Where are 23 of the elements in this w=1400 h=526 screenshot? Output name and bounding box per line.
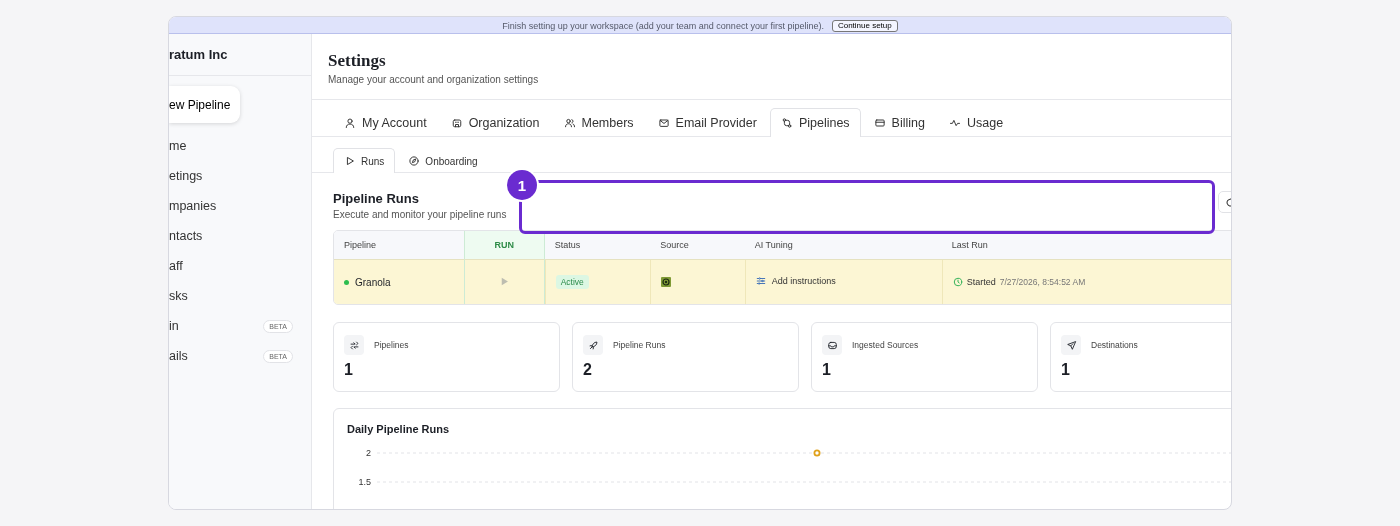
column-header: Pipeline	[334, 231, 464, 260]
stat-value: 2	[583, 361, 593, 379]
chart-title: Daily Pipeline Runs	[347, 423, 451, 435]
org-name: ratum Inc	[169, 47, 228, 62]
y-tick-label: 2	[366, 448, 371, 458]
page-subtitle: Manage your account and organization settings	[328, 74, 540, 85]
stat-label: Pipelines	[374, 340, 409, 350]
stat-value: 1	[1061, 361, 1071, 379]
stat-label: Ingested Sources	[852, 340, 919, 350]
run-status: Started	[966, 277, 996, 287]
stat-value: 1	[822, 361, 832, 379]
run-timestamp: 7/27/2026, 8:54:52 AM	[999, 277, 1086, 287]
setup-banner-text: Finish setting up your workspace (add your team and connect your first pipeline).	[502, 21, 824, 33]
column-header: RUN	[463, 231, 545, 260]
page-title: Settings	[328, 51, 387, 71]
status-badge: Active	[555, 275, 589, 289]
section-title: Pipeline Runs	[333, 191, 420, 206]
stat-label: Pipeline Runs	[613, 340, 666, 350]
y-tick-label: 1.5	[358, 477, 371, 487]
stat-value: 1	[344, 361, 354, 379]
section-subtitle: Execute and monitor your pipeline runs	[333, 209, 507, 220]
step-number: 1	[507, 170, 537, 200]
stat-label: Destinations	[1091, 340, 1138, 350]
